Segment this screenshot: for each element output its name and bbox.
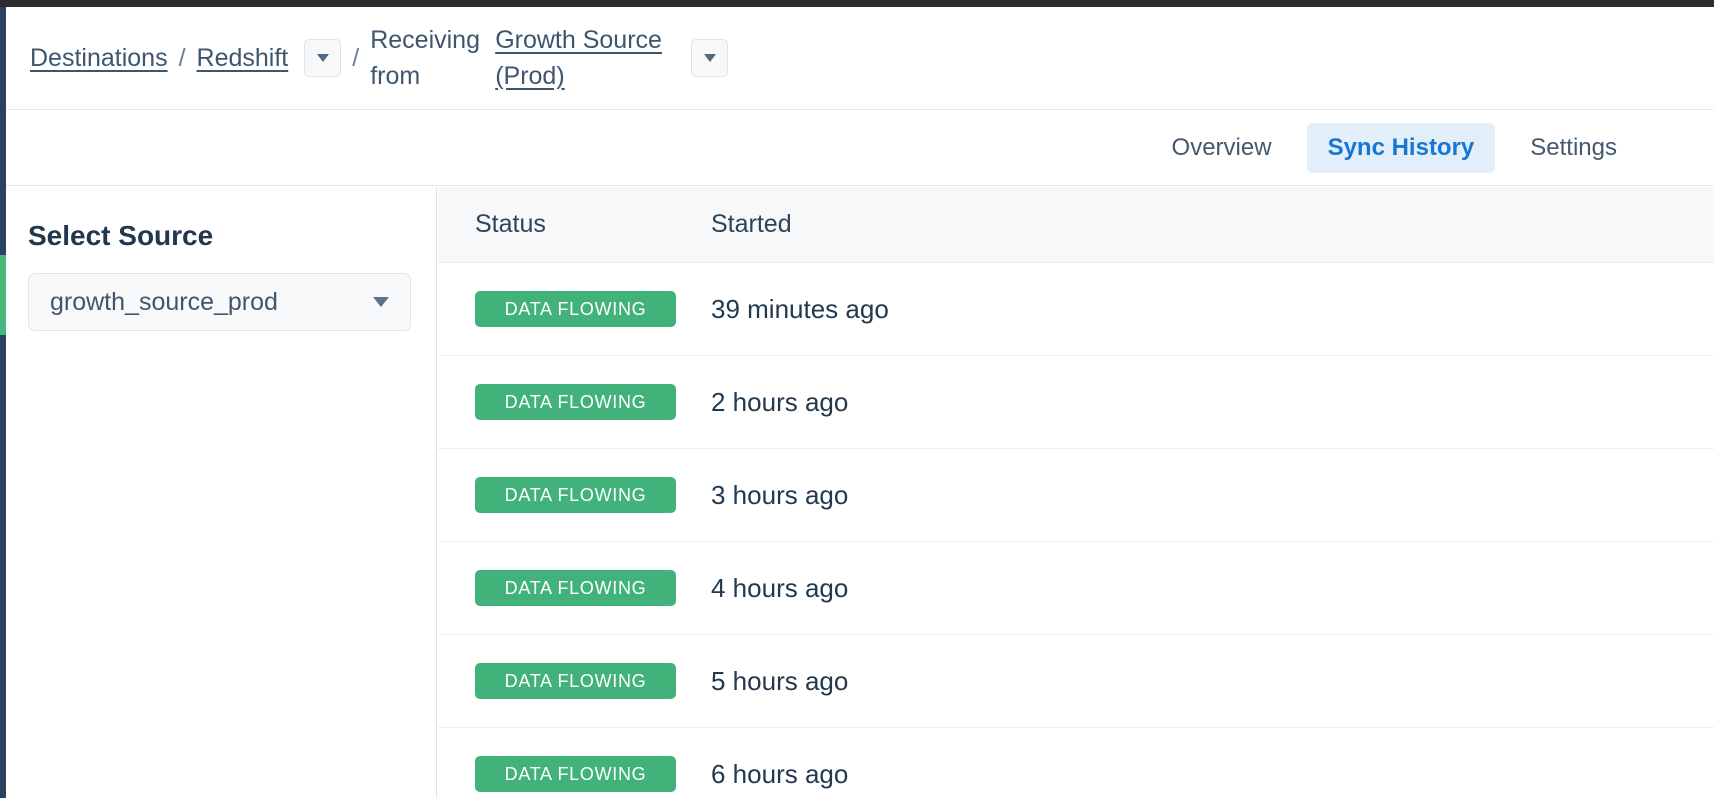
tab-bar: Overview Sync History Settings — [6, 110, 1714, 186]
cell-started: 3 hours ago — [711, 480, 1714, 511]
breadcrumb-item-growth-source-prod[interactable]: Growth Source (Prod) — [495, 22, 675, 94]
status-badge: DATA FLOWING — [475, 291, 676, 327]
cell-status: DATA FLOWING — [438, 291, 711, 327]
status-badge: DATA FLOWING — [475, 384, 676, 420]
chevron-down-icon — [317, 54, 329, 62]
table-row[interactable]: DATA FLOWING 3 hours ago — [438, 449, 1714, 542]
cell-started: 5 hours ago — [711, 666, 1714, 697]
column-header-started: Started — [711, 210, 1714, 239]
breadcrumb-separator-2: / — [352, 40, 359, 77]
cell-started: 39 minutes ago — [711, 294, 1714, 325]
table-row[interactable]: DATA FLOWING 4 hours ago — [438, 542, 1714, 635]
table-row[interactable]: DATA FLOWING 2 hours ago — [438, 356, 1714, 449]
cell-status: DATA FLOWING — [438, 477, 711, 513]
tab-sync-history[interactable]: Sync History — [1307, 123, 1496, 173]
growth-source-dropdown-button[interactable] — [691, 39, 728, 77]
cell-started: 6 hours ago — [711, 759, 1714, 790]
tab-overview[interactable]: Overview — [1151, 123, 1293, 173]
sync-history-table: Status Started DATA FLOWING 39 minutes a… — [438, 187, 1714, 798]
status-badge: DATA FLOWING — [475, 756, 676, 792]
breadcrumb-bar: Destinations / Redshift / Receiving from… — [6, 7, 1714, 110]
window-chrome-bar — [0, 0, 1714, 7]
source-select-value: growth_source_prod — [50, 288, 278, 317]
breadcrumb-item-redshift[interactable]: Redshift — [197, 40, 289, 77]
table-row[interactable]: DATA FLOWING 5 hours ago — [438, 635, 1714, 728]
status-badge: DATA FLOWING — [475, 477, 676, 513]
table-row[interactable]: DATA FLOWING 6 hours ago — [438, 728, 1714, 798]
tab-settings[interactable]: Settings — [1509, 123, 1638, 173]
breadcrumb-separator-1: / — [179, 40, 186, 77]
breadcrumb-item-receiving-from: Receiving from — [370, 22, 495, 94]
breadcrumb: Destinations / Redshift / Receiving from… — [30, 22, 728, 94]
breadcrumb-item-destinations[interactable]: Destinations — [30, 40, 168, 77]
sidebar: Select Source growth_source_prod — [6, 187, 437, 798]
status-badge: DATA FLOWING — [475, 663, 676, 699]
redshift-dropdown-button[interactable] — [304, 39, 341, 77]
status-badge: DATA FLOWING — [475, 570, 676, 606]
cell-status: DATA FLOWING — [438, 570, 711, 606]
cell-status: DATA FLOWING — [438, 384, 711, 420]
chevron-down-icon — [373, 297, 389, 307]
cell-status: DATA FLOWING — [438, 756, 711, 792]
chevron-down-icon — [704, 54, 716, 62]
select-source-title: Select Source — [28, 220, 436, 252]
cell-started: 2 hours ago — [711, 387, 1714, 418]
cell-status: DATA FLOWING — [438, 663, 711, 699]
cell-started: 4 hours ago — [711, 573, 1714, 604]
column-header-status: Status — [438, 210, 711, 239]
table-row[interactable]: DATA FLOWING 39 minutes ago — [438, 263, 1714, 356]
source-select-dropdown[interactable]: growth_source_prod — [28, 273, 411, 331]
table-header-row: Status Started — [438, 187, 1714, 263]
